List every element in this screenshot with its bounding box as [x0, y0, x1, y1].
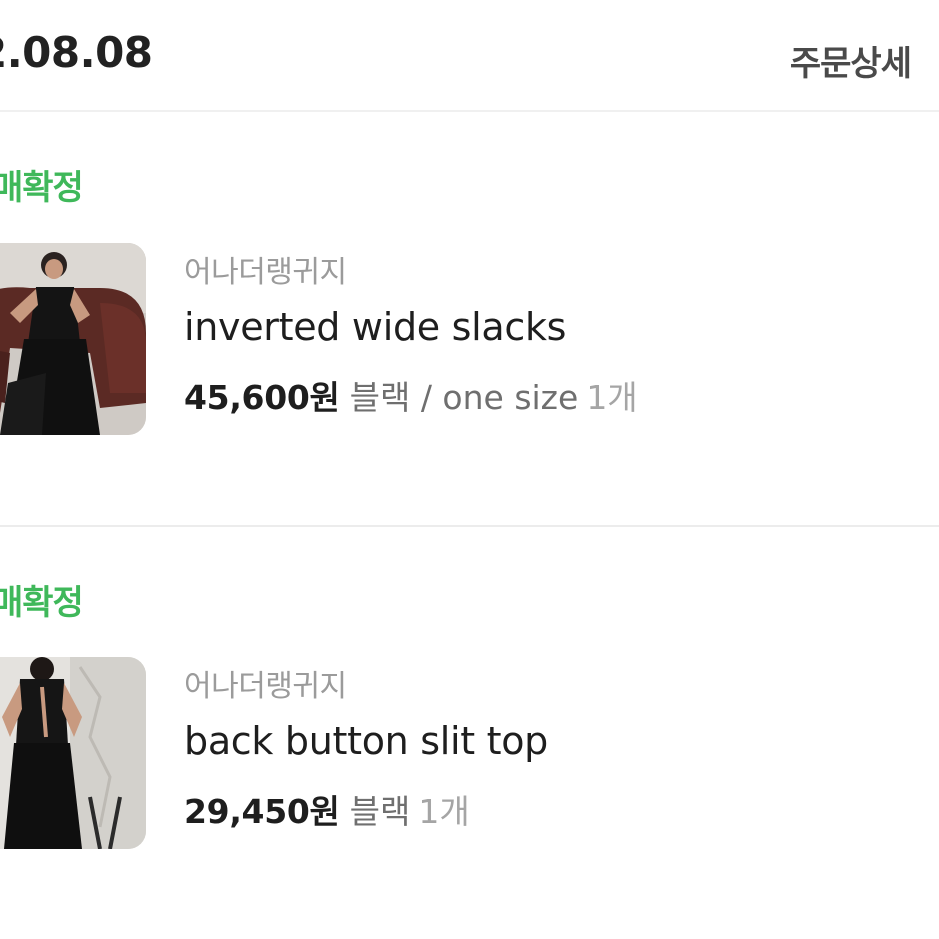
product-name[interactable]: inverted wide slacks [184, 305, 566, 349]
price-line: 29,450원 블랙 1개 [184, 785, 470, 833]
order-header: 2.08.08 주문상세 [0, 0, 939, 110]
product-price: 29,450원 [184, 792, 340, 831]
product-option: 블랙 / one size [349, 378, 579, 417]
product-thumbnail[interactable] [0, 657, 146, 849]
order-divider [0, 525, 939, 527]
brand-name: 어나더랭귀지 [184, 669, 347, 704]
order-status-label: 매확정 [0, 583, 84, 623]
order-date: 2.08.08 [0, 28, 153, 77]
product-quantity: 1개 [418, 792, 470, 831]
product-item[interactable]: 어나더랭귀지 inverted wide slacks 45,600원 블랙 / … [0, 243, 939, 438]
product-thumbnail[interactable] [0, 243, 146, 435]
header-divider [0, 110, 939, 112]
product-price: 45,600원 [184, 378, 340, 417]
order-detail-button[interactable]: 주문상세 [790, 36, 912, 85]
product-quantity: 1개 [586, 378, 638, 417]
order-status-label: 매확정 [0, 168, 84, 208]
brand-name: 어나더랭귀지 [184, 255, 347, 290]
product-name[interactable]: back button slit top [184, 719, 548, 763]
order-history-page: 2.08.08 주문상세 매확정 어나더랭귀지 [0, 0, 939, 939]
price-line: 45,600원 블랙 / one size 1개 [184, 371, 638, 419]
product-item[interactable]: 어나더랭귀지 back button slit top 29,450원 블랙 1개 [0, 657, 939, 852]
product-option: 블랙 [349, 792, 411, 831]
